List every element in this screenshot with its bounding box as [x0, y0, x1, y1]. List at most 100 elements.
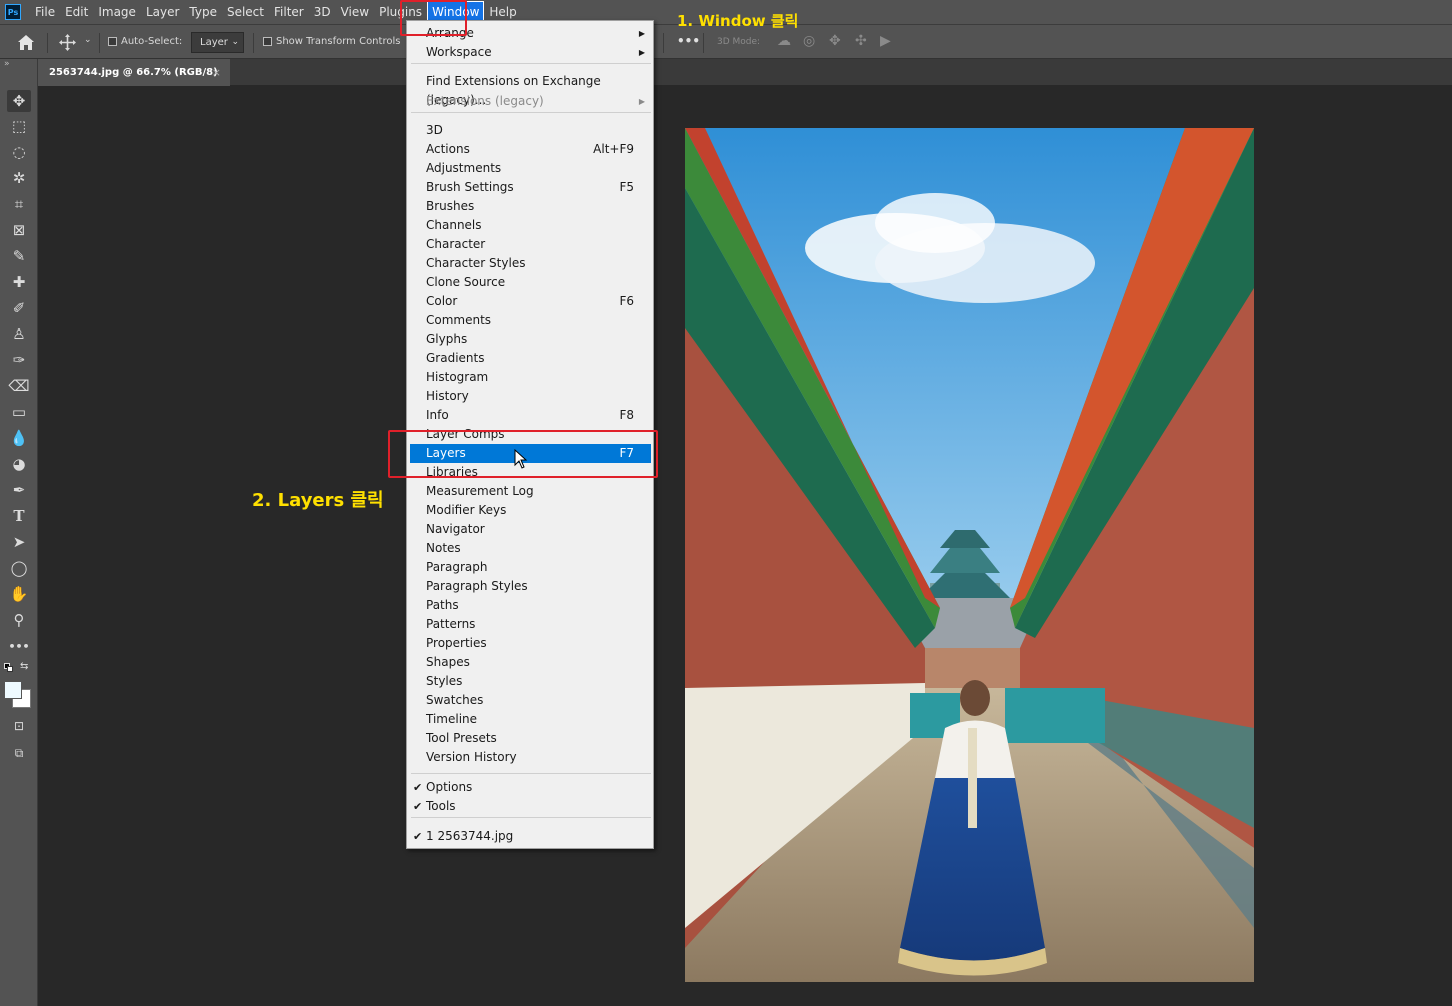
menu-item-find-extensions-on-exchange-legacy[interactable]: Find Extensions on Exchange (legacy)...	[410, 72, 651, 107]
menu-item-paragraph-styles[interactable]: Paragraph Styles	[410, 577, 651, 596]
move-icon[interactable]: ✥	[7, 90, 31, 112]
menu-item-comments[interactable]: Comments	[410, 311, 651, 330]
menu-item-paragraph[interactable]: Paragraph	[410, 558, 651, 577]
menu-item-label: Timeline	[426, 712, 478, 726]
menu-item-gradients[interactable]: Gradients	[410, 349, 651, 368]
eyedropper-icon[interactable]: ✎	[7, 245, 31, 267]
more-options-button[interactable]: •••	[677, 34, 700, 48]
type-icon[interactable]: T	[7, 505, 31, 527]
tools-panel: » ✥ ⬚ ◌ ✲ ⌗ ⊠ ✎ ✚ ✐ ♙ ✑ ⌫ ▭ 💧 ◕ ✒ T ➤ ◯ ✋ ⚲ ••• ⇆ ⊡ ⧉	[0, 59, 38, 1006]
pen-icon[interactable]: ✒	[7, 479, 31, 501]
menu-item-tool-presets[interactable]: Tool Presets	[410, 729, 651, 748]
menu-item-shortcut: F8	[619, 408, 634, 422]
checkmark-icon: ✔	[413, 800, 423, 813]
menu-item-timeline[interactable]: Timeline	[410, 710, 651, 729]
menu-item-label: Swatches	[426, 693, 484, 707]
menu-item-shortcut: F6	[619, 294, 634, 308]
gradient-icon[interactable]: ▭	[7, 401, 31, 423]
menu-item-label: Channels	[426, 218, 482, 232]
menu-item-adjustments[interactable]: Adjustments	[410, 159, 651, 178]
menu-item-notes[interactable]: Notes	[410, 539, 651, 558]
menu-item-properties[interactable]: Properties	[410, 634, 651, 653]
path-select-icon[interactable]: ➤	[7, 531, 31, 553]
move-tool-icon[interactable]	[59, 34, 76, 51]
more-tools-icon[interactable]: •••	[7, 635, 31, 657]
frame-icon[interactable]: ⊠	[7, 219, 31, 241]
menu-3d[interactable]: 3D	[309, 1, 336, 23]
checkbox-box[interactable]	[263, 36, 272, 46]
menu-item-version-history[interactable]: Version History	[410, 748, 651, 767]
camera-3d-icon[interactable]: ▶	[880, 33, 891, 49]
menu-item-swatches[interactable]: Swatches	[410, 691, 651, 710]
menu-item-shapes[interactable]: Shapes	[410, 653, 651, 672]
menu-layer[interactable]: Layer	[141, 1, 184, 23]
menu-item-1-2563744-jpg[interactable]: 1 2563744.jpg ✔	[410, 827, 651, 846]
swap-colors-icon[interactable]: ⇆	[20, 661, 28, 672]
screen-mode-icon[interactable]: ⧉	[7, 742, 31, 764]
menu-separator	[411, 63, 651, 64]
menu-item-paths[interactable]: Paths	[410, 596, 651, 615]
zoom-icon[interactable]: ⚲	[7, 609, 31, 631]
auto-select-checkbox[interactable]: Auto-Select:	[108, 36, 182, 47]
document-tab[interactable]: 2563744.jpg @ 66.7% (RGB/8) ×	[38, 59, 230, 86]
menu-item-brushes[interactable]: Brushes	[410, 197, 651, 216]
show-transform-checkbox[interactable]: Show Transform Controls	[263, 36, 400, 47]
eraser-icon[interactable]: ⌫	[7, 375, 31, 397]
menu-item-measurement-log[interactable]: Measurement Log	[410, 482, 651, 501]
close-icon[interactable]: ×	[212, 59, 221, 86]
menu-view[interactable]: View	[336, 1, 374, 23]
default-colors-icon[interactable]	[4, 663, 14, 673]
menu-item-3d[interactable]: 3D	[410, 121, 651, 140]
hand-icon[interactable]: ✋	[7, 583, 31, 605]
menu-item-options[interactable]: Options ✔	[410, 778, 651, 797]
magic-wand-icon[interactable]: ✲	[7, 167, 31, 189]
collapse-panel-icon[interactable]: »	[4, 59, 10, 69]
menu-item-label: Paths	[426, 598, 459, 612]
brush-icon[interactable]: ✐	[7, 297, 31, 319]
history-brush-icon[interactable]: ✑	[7, 349, 31, 371]
menu-item-tools[interactable]: Tools ✔	[410, 797, 651, 816]
menu-item-brush-settings[interactable]: Brush Settings F5	[410, 178, 651, 197]
quick-mask-icon[interactable]: ⊡	[7, 715, 31, 737]
menu-item-workspace[interactable]: Workspace ▶	[410, 43, 651, 62]
menu-image[interactable]: Image	[93, 1, 141, 23]
foreground-color-swatch[interactable]	[4, 681, 22, 699]
lasso-icon[interactable]: ◌	[7, 141, 31, 163]
menu-item-styles[interactable]: Styles	[410, 672, 651, 691]
menu-item-history[interactable]: History	[410, 387, 651, 406]
slide-3d-icon[interactable]: ✣	[855, 33, 867, 49]
menu-item-clone-source[interactable]: Clone Source	[410, 273, 651, 292]
ellipse-icon[interactable]: ◯	[7, 557, 31, 579]
menu-item-channels[interactable]: Channels	[410, 216, 651, 235]
checkbox-box[interactable]	[108, 36, 117, 46]
menu-item-character-styles[interactable]: Character Styles	[410, 254, 651, 273]
dodge-icon[interactable]: ◕	[7, 453, 31, 475]
menu-item-label: Info	[426, 408, 449, 422]
menu-item-character[interactable]: Character	[410, 235, 651, 254]
menu-item-patterns[interactable]: Patterns	[410, 615, 651, 634]
menu-file[interactable]: File	[30, 1, 60, 23]
blur-icon[interactable]: 💧	[7, 427, 31, 449]
menu-edit[interactable]: Edit	[60, 1, 93, 23]
menu-filter[interactable]: Filter	[269, 1, 309, 23]
healing-brush-icon[interactable]: ✚	[7, 271, 31, 293]
menu-item-info[interactable]: Info F8	[410, 406, 651, 425]
home-icon[interactable]	[17, 34, 35, 51]
roll-3d-icon[interactable]: ◎	[803, 33, 815, 49]
crop-icon[interactable]: ⌗	[7, 193, 31, 215]
orbit-3d-icon[interactable]: ☁	[777, 33, 791, 49]
document-canvas-image[interactable]	[685, 128, 1254, 982]
menu-item-color[interactable]: Color F6	[410, 292, 651, 311]
menu-select[interactable]: Select	[222, 1, 269, 23]
marquee-icon[interactable]: ⬚	[7, 115, 31, 137]
stamp-icon[interactable]: ♙	[7, 323, 31, 345]
menu-item-actions[interactable]: Actions Alt+F9	[410, 140, 651, 159]
menu-item-navigator[interactable]: Navigator	[410, 520, 651, 539]
auto-select-dropdown[interactable]: Layer ⌄	[191, 32, 244, 53]
menu-item-histogram[interactable]: Histogram	[410, 368, 651, 387]
drag-3d-icon[interactable]: ✥	[829, 33, 841, 49]
chevron-down-icon[interactable]: ⌄	[84, 35, 92, 45]
menu-item-glyphs[interactable]: Glyphs	[410, 330, 651, 349]
menu-type[interactable]: Type	[184, 1, 222, 23]
menu-item-modifier-keys[interactable]: Modifier Keys	[410, 501, 651, 520]
